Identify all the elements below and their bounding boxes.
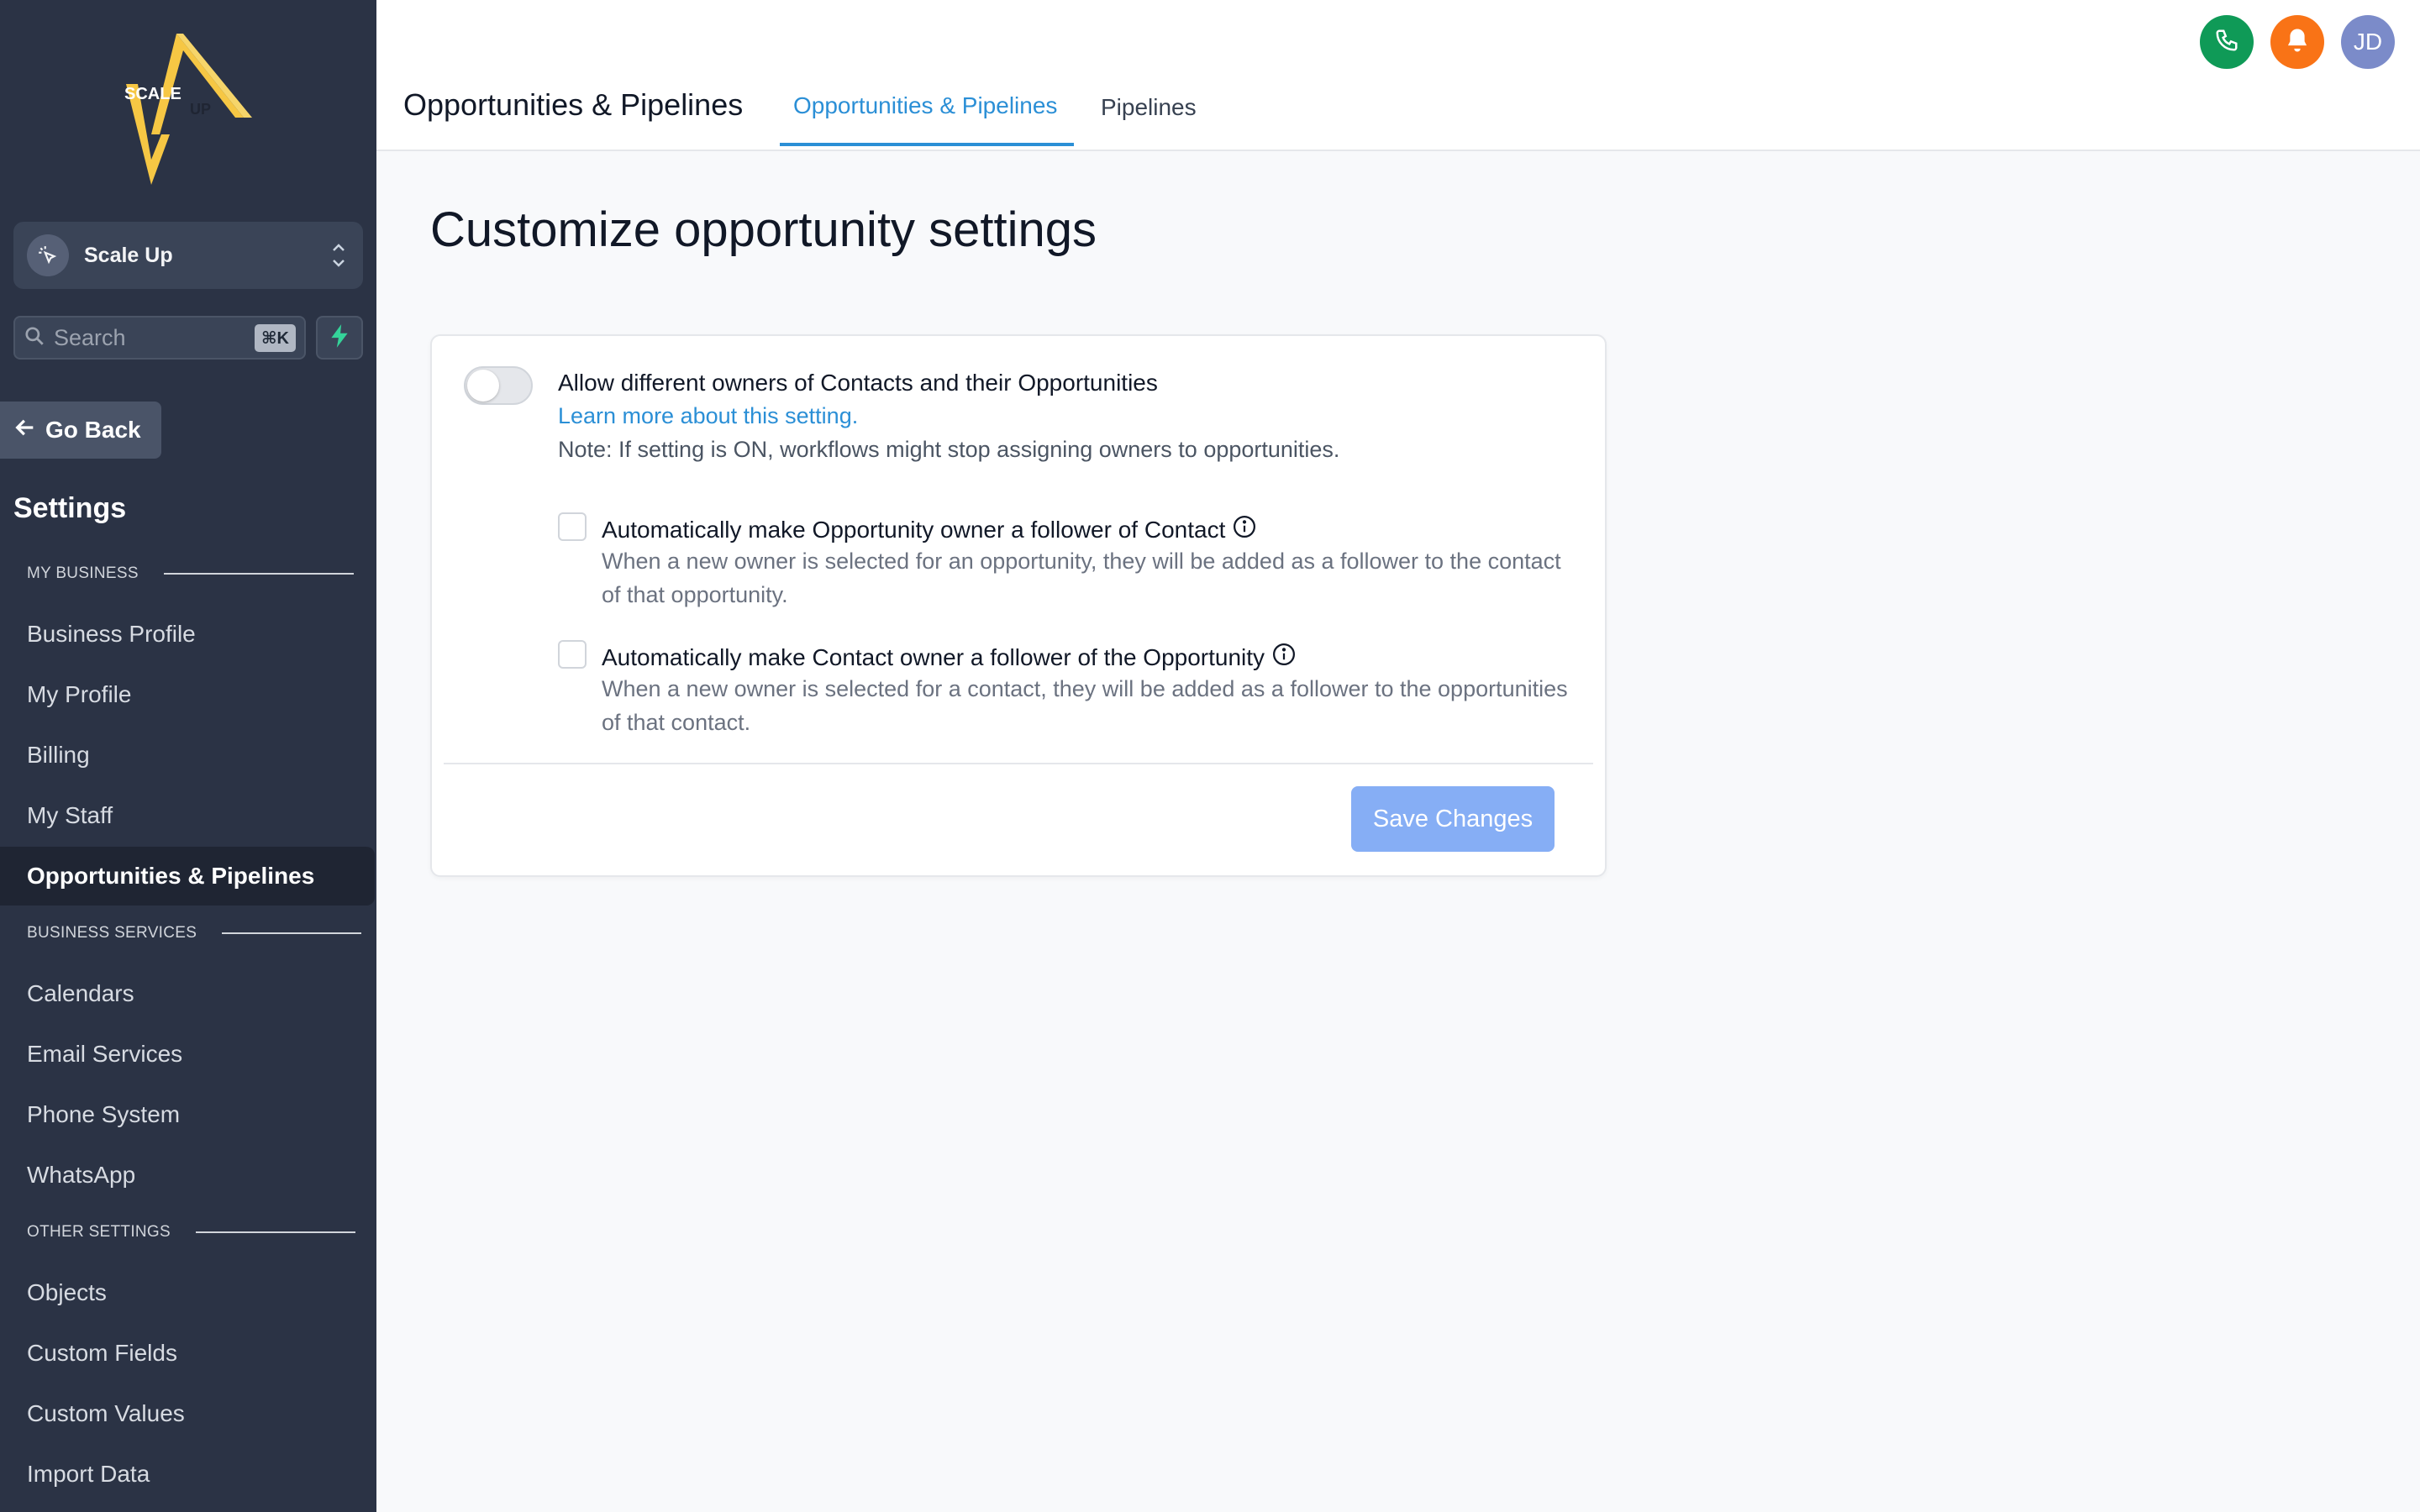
option-description: When a new owner is selected for a conta… <box>602 676 1568 735</box>
arrow-left-icon <box>13 416 45 445</box>
sidebar-item-import-data[interactable]: Import Data <box>0 1445 376 1504</box>
section-label: MY BUSINESS <box>27 564 139 582</box>
sidebar-item-billing[interactable]: Billing <box>0 726 376 785</box>
top-header: Opportunities & Pipelines Opportunities … <box>376 0 2420 151</box>
card-divider <box>444 763 1593 764</box>
page-title: Opportunities & Pipelines <box>403 87 744 122</box>
search-icon <box>24 325 45 351</box>
info-icon[interactable] <box>1265 642 1297 673</box>
lightning-bolt-icon <box>329 323 350 353</box>
section-my-business: MY BUSINESS <box>27 564 354 583</box>
user-avatar[interactable]: JD <box>2341 15 2395 69</box>
settings-page-heading: Customize opportunity settings <box>430 202 1097 257</box>
section-divider <box>222 932 362 934</box>
option-description: When a new owner is selected for an oppo… <box>602 549 1561 607</box>
setting-note: Note: If setting is ON, workflows might … <box>558 437 1340 462</box>
sidebar: SCALE UP Scale Up ⌘K Go Back Settings MY… <box>0 0 376 1512</box>
account-name: Scale Up <box>84 243 173 267</box>
sidebar-item-calendars[interactable]: Calendars <box>0 964 376 1023</box>
sidebar-item-business-profile[interactable]: Business Profile <box>0 605 376 664</box>
search-input[interactable] <box>54 324 239 351</box>
search-shortcut-badge: ⌘K <box>255 323 296 352</box>
sidebar-item-custom-fields[interactable]: Custom Fields <box>0 1324 376 1383</box>
option-title: Automatically make Opportunity owner a f… <box>602 514 1257 545</box>
tab-opportunities-pipelines[interactable]: Opportunities & Pipelines <box>793 92 1057 119</box>
account-switcher[interactable]: Scale Up <box>13 222 363 289</box>
toggle-knob <box>467 370 499 402</box>
settings-heading: Settings <box>13 492 127 524</box>
sidebar-item-my-profile[interactable]: My Profile <box>0 665 376 724</box>
chevron-up-down-icon <box>328 237 350 274</box>
search-box[interactable]: ⌘K <box>13 316 306 360</box>
go-back-label: Go Back <box>45 417 141 443</box>
sidebar-item-opportunities-pipelines[interactable]: Opportunities & Pipelines <box>0 847 375 906</box>
bell-icon <box>2285 27 2310 58</box>
sidebar-item-phone-system[interactable]: Phone System <box>0 1085 376 1144</box>
phone-icon <box>2214 28 2239 57</box>
quick-actions-button[interactable] <box>316 316 363 360</box>
scale-up-logo[interactable]: SCALE UP <box>118 34 260 185</box>
opportunity-settings-card: Allow different owners of Contacts and t… <box>430 334 1607 877</box>
allow-different-owners-toggle[interactable] <box>464 366 533 405</box>
opportunity-owner-follower-checkbox[interactable] <box>558 512 587 541</box>
contact-owner-follower-checkbox[interactable] <box>558 640 587 669</box>
sidebar-item-whatsapp[interactable]: WhatsApp <box>0 1146 376 1205</box>
logo-text-up: UP <box>190 101 211 118</box>
notifications-button[interactable] <box>2270 15 2324 69</box>
section-divider <box>196 1231 355 1233</box>
section-divider <box>163 573 354 575</box>
tab-pipelines[interactable]: Pipelines <box>1101 94 1197 121</box>
section-label: OTHER SETTINGS <box>27 1223 171 1241</box>
info-icon[interactable] <box>1225 514 1257 545</box>
save-changes-button[interactable]: Save Changes <box>1351 786 1555 852</box>
option-title-text: Automatically make Contact owner a follo… <box>602 643 1265 670</box>
go-back-button[interactable]: Go Back <box>0 402 161 459</box>
section-other-settings: OTHER SETTINGS <box>27 1223 355 1242</box>
section-business-services: BUSINESS SERVICES <box>27 924 362 942</box>
logo-text-scale: SCALE <box>124 85 182 103</box>
pointer-icon <box>27 234 69 276</box>
option-title-text: Automatically make Opportunity owner a f… <box>602 516 1226 543</box>
sidebar-item-my-staff[interactable]: My Staff <box>0 786 376 845</box>
sidebar-item-email-services[interactable]: Email Services <box>0 1025 376 1084</box>
sidebar-item-objects[interactable]: Objects <box>0 1263 376 1322</box>
active-tab-indicator <box>780 143 1074 146</box>
phone-button[interactable] <box>2200 15 2254 69</box>
setting-title: Allow different owners of Contacts and t… <box>558 370 1158 396</box>
sidebar-item-custom-values[interactable]: Custom Values <box>0 1384 376 1443</box>
learn-more-link[interactable]: Learn more about this setting. <box>558 403 858 429</box>
option-title: Automatically make Contact owner a follo… <box>602 642 1297 673</box>
section-label: BUSINESS SERVICES <box>27 924 197 942</box>
